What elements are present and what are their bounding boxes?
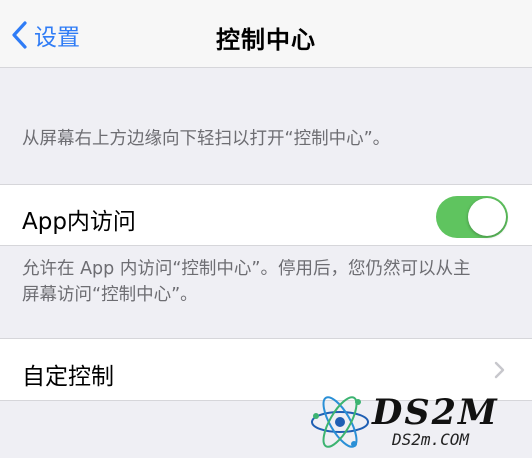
chevron-right-icon [494,361,505,379]
in-app-access-description-line2: 屏幕访问“控制中心”。 [22,285,198,305]
in-app-access-description: 允许在 App 内访问“控制中心”。停用后，您仍然可以从主 屏幕访问“控制中心”… [22,256,512,308]
atom-logo-icon [311,396,369,448]
toggle-knob [468,198,506,236]
navigation-bar: 设置 控制中心 [0,0,532,68]
customize-controls-label: 自定控制 [22,364,114,390]
in-app-access-row: App内访问 [0,184,532,246]
in-app-access-toggle[interactable] [436,196,508,238]
in-app-access-description-line1: 允许在 App 内访问“控制中心”。停用后，您仍然可以从主 [22,259,471,279]
watermark-brand: DS2M [372,392,499,433]
in-app-access-label: App内访问 [22,209,136,235]
watermark: DS2M DS2m.COM [298,390,532,458]
page-title: 控制中心 [216,26,316,54]
swipe-hint-text: 从屏幕右上方边缘向下轻扫以打开“控制中心”。 [22,129,391,149]
watermark-url: DS2m.COM [392,430,470,449]
